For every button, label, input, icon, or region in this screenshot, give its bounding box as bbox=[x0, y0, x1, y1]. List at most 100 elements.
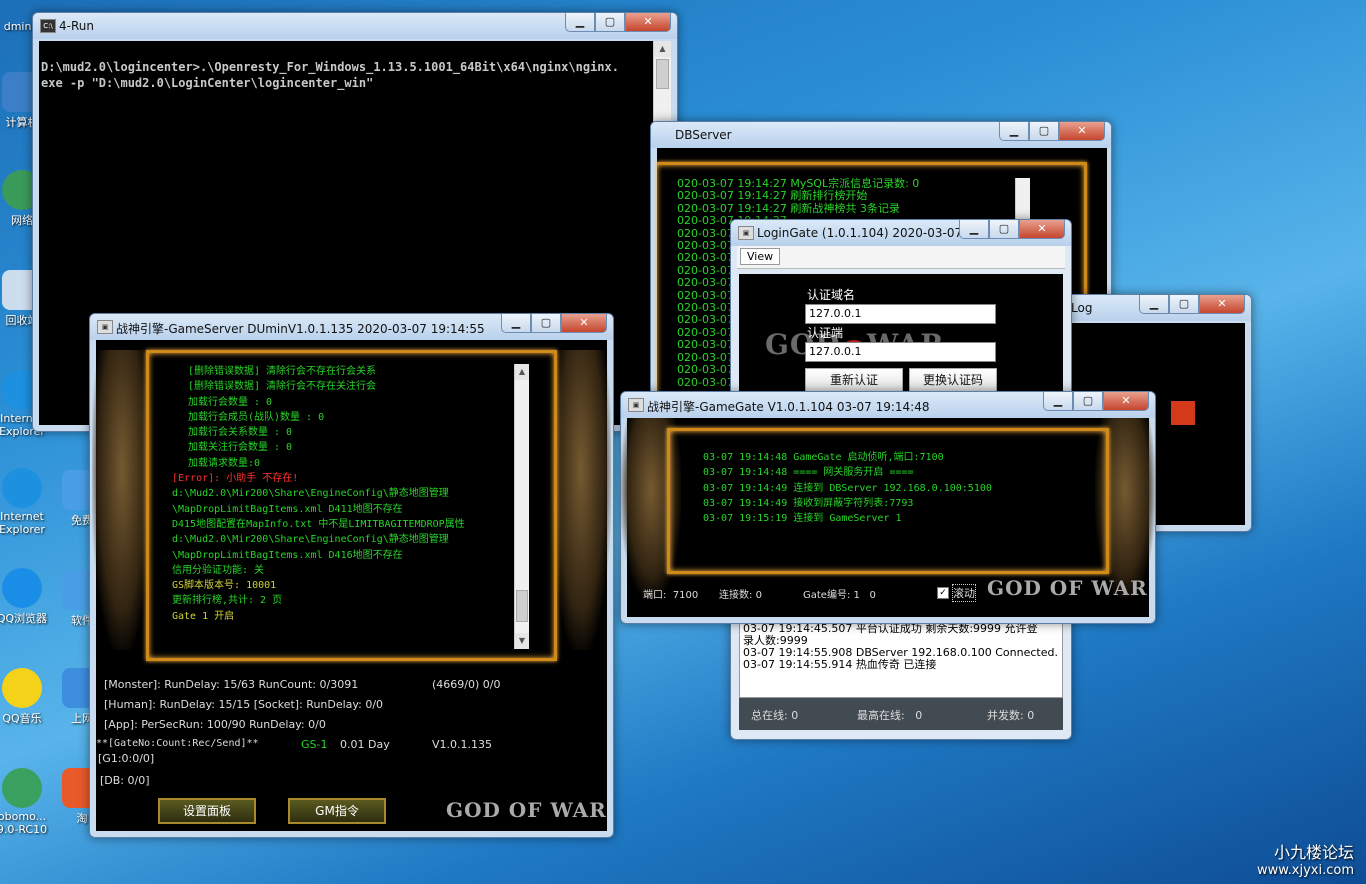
minimize-button[interactable]: ▁ bbox=[501, 314, 531, 333]
gow-logo: GOD OF WAR bbox=[446, 798, 607, 822]
menu-view[interactable]: View bbox=[740, 248, 781, 265]
log-line: 03-07 19:14:48 ==== 网关服务开启 ==== bbox=[703, 467, 914, 479]
checkbox-box[interactable]: ✓ bbox=[937, 587, 949, 599]
close-button[interactable]: ✕ bbox=[1103, 392, 1149, 411]
gamegate-title-bar[interactable]: ▣ 战神引擎-GameGate V1.0.1.104 03-07 19:14:4… bbox=[621, 392, 1155, 418]
log-line: 加载请求数量:0 bbox=[188, 457, 261, 469]
watermark-title: 小九楼论坛 bbox=[1273, 843, 1354, 862]
gow-logo: GOD OF WAR bbox=[987, 576, 1148, 600]
gamegate-client: 03-07 19:14:48 GameGate 启动侦听,端口:7100 03-… bbox=[621, 418, 1155, 617]
gamegate-window[interactable]: ▣ 战神引擎-GameGate V1.0.1.104 03-07 19:14:4… bbox=[620, 391, 1156, 624]
watermark: 小九楼论坛 www.xjyxi.com bbox=[1257, 839, 1354, 878]
gameserver-client: [删除错误数据] 清除行会不存在行会关系 [删除错误数据] 清除行会不存在关注行会… bbox=[92, 340, 611, 831]
close-button[interactable]: ✕ bbox=[1019, 220, 1065, 239]
max-online: 最高在线: 0 bbox=[857, 707, 922, 723]
log-line: \MapDropLimitBagItems.xml D416地图不存在 bbox=[172, 549, 403, 561]
concurrency-label: 并发数: bbox=[987, 709, 1024, 722]
log-line: 加载关注行会数量 : 0 bbox=[188, 442, 293, 454]
log-title: Log bbox=[1071, 301, 1093, 315]
conn-status: 连接数: 0 bbox=[719, 586, 762, 601]
app-stat: [App]: PerSecRun: 100/90 RunDelay: 0/0 bbox=[104, 718, 326, 731]
db-stat: [DB: 0/0] bbox=[100, 774, 150, 787]
logingate-panel: GODOFWAR 认证域名 127.0.0.1 认证端 127.0.0.1 重新… bbox=[739, 274, 1063, 392]
gm-command-button[interactable]: GM指令 bbox=[288, 798, 386, 824]
run-title-bar[interactable]: C:\ 4-Run ▁ ▢ ✕ bbox=[33, 13, 677, 39]
qq-music-icon bbox=[2, 668, 42, 708]
gate-extra: 0 bbox=[869, 590, 876, 601]
maximize-button[interactable]: ▢ bbox=[1169, 295, 1199, 314]
app-icon: ▣ bbox=[628, 398, 644, 412]
auth-domain-input[interactable]: 127.0.0.1 bbox=[805, 304, 996, 324]
log-line: 03-07 19:14:49 连接到 DBServer 192.168.0.10… bbox=[703, 482, 992, 494]
scroll-thumb[interactable] bbox=[656, 59, 669, 89]
close-button[interactable]: ✕ bbox=[1059, 122, 1105, 141]
log-title-bar[interactable]: Log ▁ ▢ ✕ bbox=[1041, 295, 1251, 321]
uptime: 0.01 Day bbox=[340, 738, 390, 751]
logingate-log: 03-07 19:14:45.507 平台认证成功 剩余天数:9999 允许登 … bbox=[739, 620, 1063, 698]
log-line: 加载行会成员(战队)数量 : 0 bbox=[188, 411, 325, 423]
port-value: 7100 bbox=[672, 590, 699, 601]
maximize-button[interactable]: ▢ bbox=[1073, 392, 1103, 411]
scroll-thumb[interactable] bbox=[516, 590, 528, 622]
gate-status: Gate编号: 1 0 bbox=[803, 586, 876, 601]
log-line: GS脚本版本号: 10001 bbox=[172, 580, 277, 592]
settings-panel-button[interactable]: 设置面板 bbox=[158, 798, 256, 824]
orange-block bbox=[1171, 401, 1195, 425]
gameserver-title-bar[interactable]: ▣ 战神引擎-GameServer DUminV1.0.1.135 2020-0… bbox=[90, 314, 613, 340]
scroll-up-arrow[interactable]: ▲ bbox=[654, 41, 671, 57]
maximize-button[interactable]: ▢ bbox=[595, 13, 625, 32]
gameserver-window[interactable]: ▣ 战神引擎-GameServer DUminV1.0.1.135 2020-0… bbox=[89, 313, 614, 838]
minimize-button[interactable]: ▁ bbox=[1139, 295, 1169, 314]
logingate-title: LoginGate (1.0.1.104) 2020-03-07 1... bbox=[757, 226, 985, 240]
logingate-status-bar: 总在线: 0 最高在线: 0 并发数: 0 bbox=[739, 698, 1063, 730]
maximize-button[interactable]: ▢ bbox=[531, 314, 561, 333]
log-line: 020-03-07 19:14:27 刷新排行榜开始 bbox=[677, 189, 868, 203]
auth-port-input[interactable]: 127.0.0.1 bbox=[805, 342, 996, 362]
gs-label: GS-1 bbox=[301, 738, 328, 751]
gameserver-log: [删除错误数据] 清除行会不存在行会关系 [删除错误数据] 清除行会不存在关注行会… bbox=[172, 364, 512, 654]
console-line: exe -p "D:\mud2.0\LoginCenter\logincente… bbox=[41, 76, 374, 90]
port-label: 端口: bbox=[643, 590, 667, 601]
minimize-button[interactable]: ▁ bbox=[999, 122, 1029, 141]
log-line: 加载行会关系数量 : 0 bbox=[188, 427, 293, 439]
scroll-label: 滚动 bbox=[952, 584, 976, 602]
dragon-right bbox=[551, 350, 611, 650]
log-line: 信用分验证功能: 关 bbox=[172, 564, 265, 576]
maximize-button[interactable]: ▢ bbox=[1029, 122, 1059, 141]
max-online-value: 0 bbox=[915, 709, 923, 722]
dbserver-title-bar[interactable]: DBServer ▁ ▢ ✕ bbox=[651, 122, 1111, 148]
gamegate-log: 03-07 19:14:48 GameGate 启动侦听,端口:7100 03-… bbox=[703, 450, 992, 526]
monster-stat-extra: (4669/0) 0/0 bbox=[432, 678, 501, 691]
log-line: 03-07 19:14:49 接收到屏蔽字符列表:7793 bbox=[703, 497, 914, 509]
change-auth-code-button[interactable]: 更换认证码 bbox=[909, 368, 997, 392]
log-line: d:\Mud2.0\Mir200\Share\EngineConfig\静态地图… bbox=[172, 488, 449, 500]
app-icon: ▣ bbox=[738, 226, 754, 240]
concurrency: 并发数: 0 bbox=[987, 707, 1034, 723]
gameserver-scrollbar[interactable]: ▲ ▼ bbox=[514, 364, 529, 649]
log-line: [Error]: 小助手 不存在! bbox=[172, 473, 299, 485]
close-button[interactable]: ✕ bbox=[561, 314, 607, 333]
watermark-url: www.xjyxi.com bbox=[1256, 863, 1354, 878]
close-button[interactable]: ✕ bbox=[1199, 295, 1245, 314]
port-status: 端口: 7100 bbox=[643, 586, 698, 601]
log-line: 03-07 19:14:48 GameGate 启动侦听,端口:7100 bbox=[703, 452, 944, 463]
reauth-button[interactable]: 重新认证 bbox=[805, 368, 903, 392]
minimize-button[interactable]: ▁ bbox=[959, 220, 989, 239]
dragon-left bbox=[92, 350, 152, 650]
logingate-title-bar[interactable]: ▣ LoginGate (1.0.1.104) 2020-03-07 1... … bbox=[731, 220, 1071, 246]
ie-icon bbox=[2, 468, 42, 508]
maximize-button[interactable]: ▢ bbox=[989, 220, 1019, 239]
app-icon bbox=[2, 768, 42, 808]
scroll-down-arrow[interactable]: ▼ bbox=[515, 633, 529, 649]
minimize-button[interactable]: ▁ bbox=[565, 13, 595, 32]
log-line: 加载行会数量 : 0 bbox=[188, 396, 273, 408]
total-online-value: 0 bbox=[791, 709, 799, 722]
minimize-button[interactable]: ▁ bbox=[1043, 392, 1073, 411]
label-auth-port: 认证端 bbox=[807, 326, 844, 340]
scroll-up-arrow[interactable]: ▲ bbox=[515, 364, 529, 380]
log-line: Gate 1 开启 bbox=[172, 610, 235, 622]
total-online: 总在线: 0 bbox=[751, 707, 798, 723]
scroll-checkbox[interactable]: ✓ 滚动 bbox=[937, 584, 976, 602]
log-line: D415地图配置在MapInfo.txt 中不是LIMITBAGITEMDROP… bbox=[172, 518, 465, 530]
close-button[interactable]: ✕ bbox=[625, 13, 671, 32]
